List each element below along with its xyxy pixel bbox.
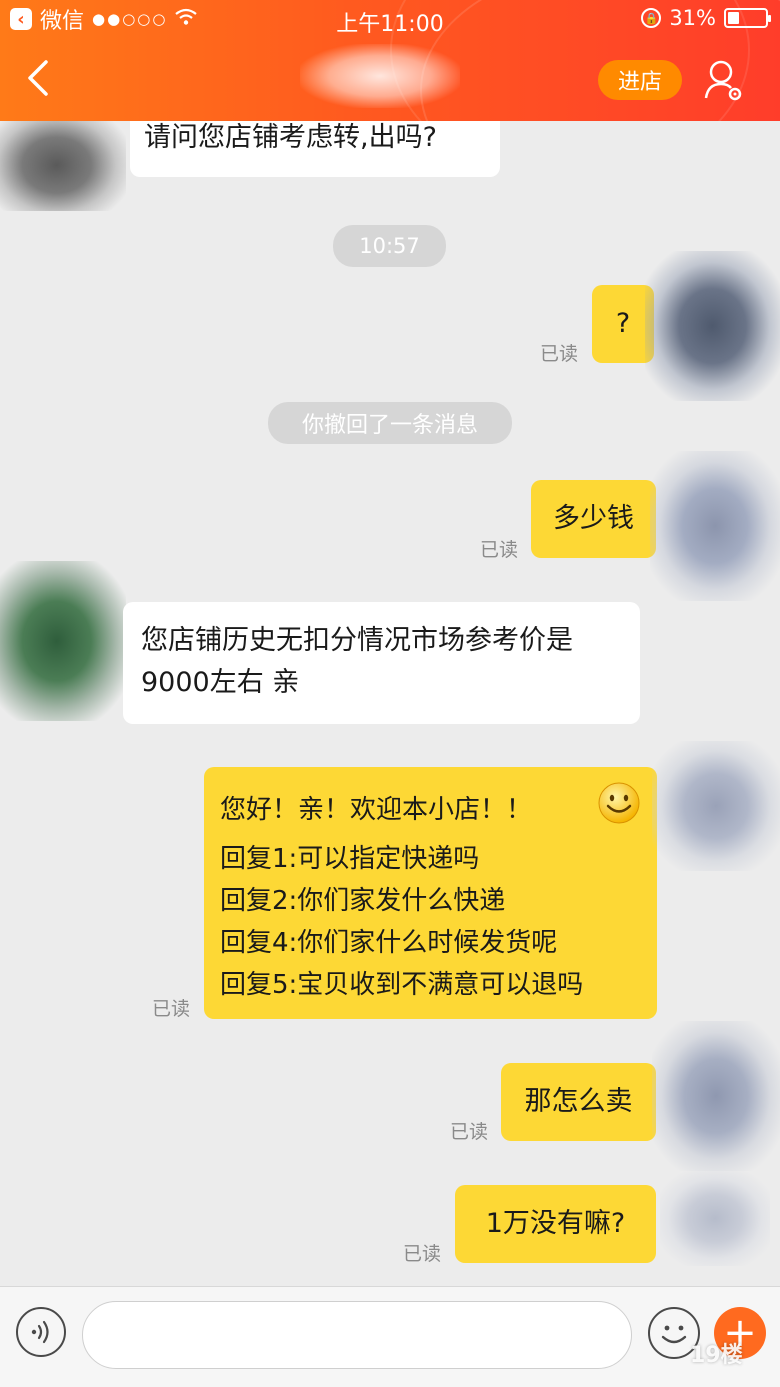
user-settings-icon[interactable] xyxy=(704,58,744,102)
read-status: 已读 xyxy=(403,1243,442,1265)
my-avatar[interactable] xyxy=(650,451,780,601)
enter-shop-button[interactable]: 进店 xyxy=(598,60,682,100)
message-text-line: 您店铺历史无扣分情况市场参考价是 xyxy=(141,625,573,656)
input-bar: + 19楼 xyxy=(0,1286,780,1387)
message-text: 那怎么卖 xyxy=(524,1086,633,1117)
message-input[interactable] xyxy=(82,1301,632,1369)
rotation-lock-icon: 🔒 xyxy=(641,8,662,28)
chevron-left-icon xyxy=(28,60,48,96)
incoming-message[interactable]: 请问您店铺考虑转,出吗? xyxy=(130,121,500,177)
outgoing-message[interactable]: 您好！亲！欢迎本小店！！ 回复1:可以指定快递吗 回复2:你们家发什么快递 回复… xyxy=(204,767,657,1019)
battery-icon xyxy=(724,8,771,28)
read-status: 已读 xyxy=(152,998,191,1020)
message-text: 请问您店铺考虑转,出吗? xyxy=(144,122,437,153)
voice-input-button[interactable] xyxy=(16,1307,66,1357)
message-text-line: 回复2:你们家发什么快递 xyxy=(220,886,506,916)
read-status: 已读 xyxy=(540,343,579,365)
read-status: 已读 xyxy=(450,1121,489,1143)
top-header: ‹ 微信 ●●○○○ 上午11:00 🔒 31% 进店 xyxy=(0,0,780,121)
message-text-line: 您好！亲！欢迎本小店！！ xyxy=(220,794,533,825)
my-avatar[interactable] xyxy=(652,1021,780,1171)
chat-area[interactable]: 请问您店铺考虑转,出吗? 10:57 已读 ? 你撤回了一条消息 已读 多少钱 … xyxy=(0,121,780,1286)
sound-wave-icon xyxy=(31,1320,49,1344)
my-avatar[interactable] xyxy=(645,251,780,401)
message-text: ? xyxy=(615,308,631,339)
message-text: 1万没有嘛? xyxy=(485,1208,626,1239)
my-avatar[interactable] xyxy=(652,741,780,871)
outgoing-message[interactable]: 那怎么卖 xyxy=(501,1063,656,1141)
battery-percent: 31% xyxy=(669,6,716,30)
sender-avatar[interactable] xyxy=(0,561,126,721)
message-text-line: 9000左右 亲 xyxy=(141,667,300,698)
back-button[interactable] xyxy=(22,58,56,98)
read-status: 已读 xyxy=(480,539,519,561)
timestamp: 10:57 xyxy=(333,225,446,267)
smiley-emoji-icon xyxy=(597,781,641,838)
shop-name-redacted xyxy=(300,44,460,108)
recall-notice: 你撤回了一条消息 xyxy=(268,402,512,444)
message-text-line: 回复4:你们家什么时候发货呢 xyxy=(220,928,558,958)
battery-level xyxy=(728,12,739,24)
message-text-line: 回复5:宝贝收到不满意可以退吗 xyxy=(220,970,584,1000)
watermark: 19楼 xyxy=(690,1343,743,1368)
message-text: 多少钱 xyxy=(553,503,634,534)
incoming-message[interactable]: 您店铺历史无扣分情况市场参考价是 9000左右 亲 xyxy=(123,602,640,724)
outgoing-message[interactable]: 多少钱 xyxy=(531,480,656,558)
my-avatar[interactable] xyxy=(660,1171,770,1266)
sender-avatar[interactable] xyxy=(0,121,126,211)
status-bar-right: 🔒 31% xyxy=(641,6,771,30)
message-text-line: 回复1:可以指定快递吗 xyxy=(220,844,480,874)
outgoing-message[interactable]: 1万没有嘛? xyxy=(455,1185,656,1263)
